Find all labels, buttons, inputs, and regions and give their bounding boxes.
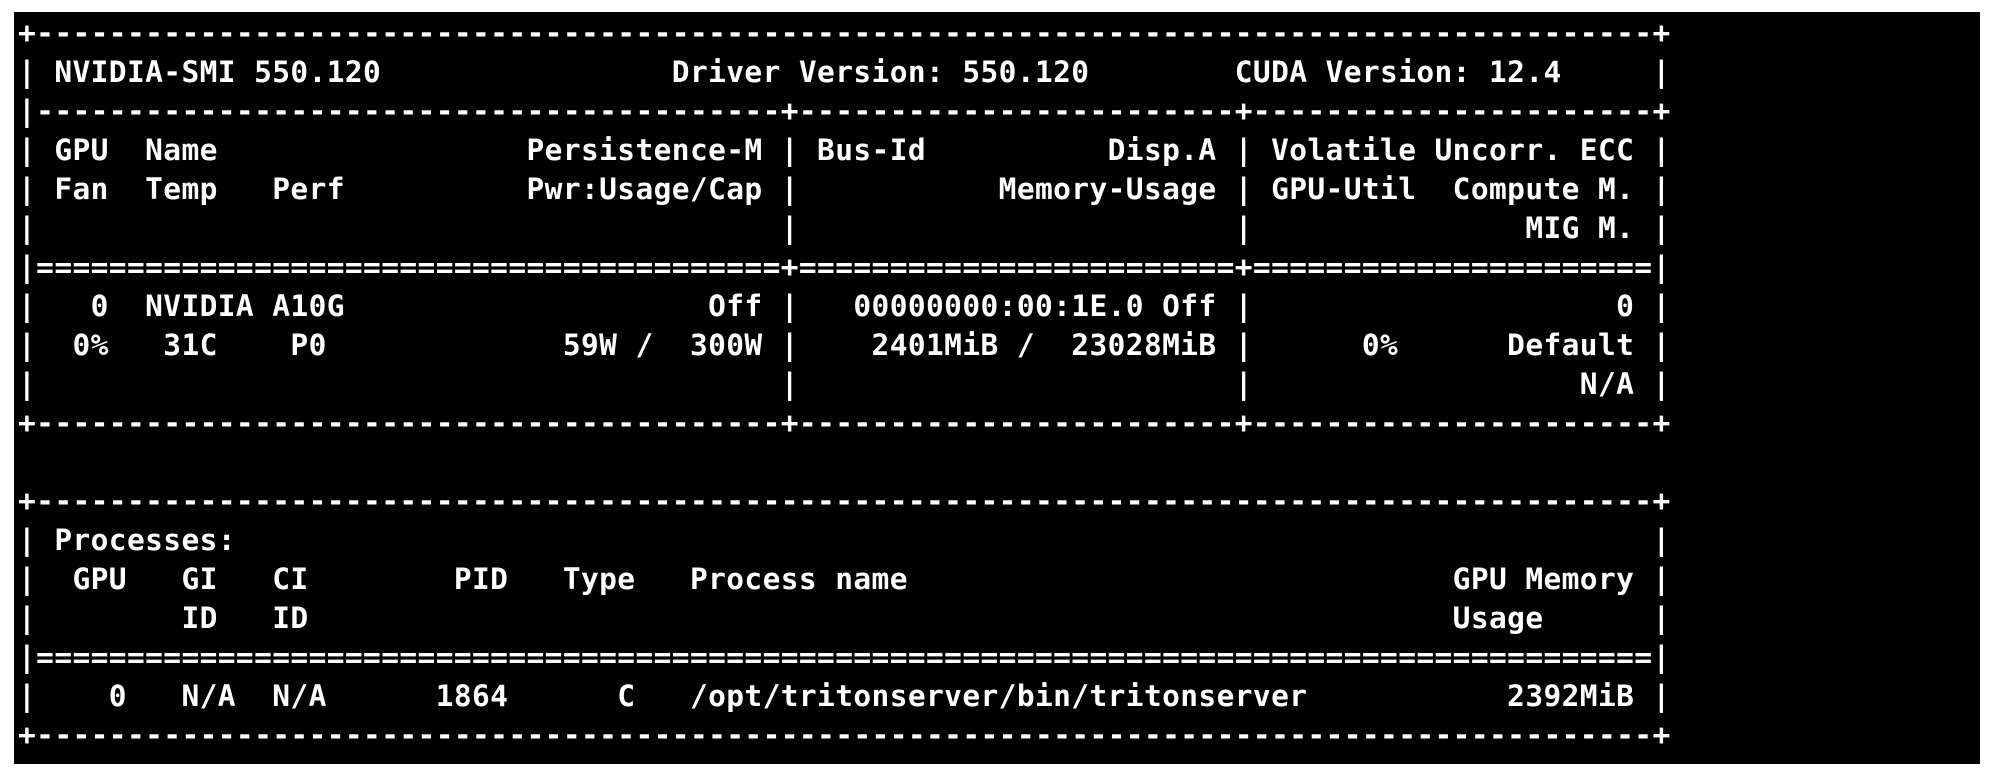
gpu-row-1: | 0 NVIDIA A10G Off | 00000000:00:1E.0 O… [18,289,1671,323]
gpu-column-header-row-1: | GPU Name Persistence-M | Bus-Id Disp.A… [18,133,1671,167]
table-border-top: +---------------------------------------… [18,16,1671,50]
gpu-column-header-row-3: | | | MIG M. | [18,211,1671,245]
header-versions-row: | NVIDIA-SMI 550.120 Driver Version: 550… [18,55,1671,89]
processes-border-bottom: +---------------------------------------… [18,718,1671,752]
gpu-column-header-row-2: | Fan Temp Perf Pwr:Usage/Cap | Memory-U… [18,172,1671,206]
process-row: | 0 N/A N/A 1864 C /opt/tritonserver/bin… [18,679,1671,713]
nvidia-smi-output: +---------------------------------------… [18,14,1671,755]
processes-header-separator: |=======================================… [18,640,1671,674]
processes-border-top: +---------------------------------------… [18,484,1671,518]
gpu-row-2: | 0% 31C P0 59W / 300W | 2401MiB / 23028… [18,328,1671,362]
processes-header-row-2: | ID ID Usage | [18,601,1671,635]
gpu-row-3: | | | N/A | [18,367,1671,401]
processes-title-row: | Processes: | [18,523,1671,557]
gpu-header-separator: |=======================================… [18,250,1671,284]
terminal-window[interactable]: +---------------------------------------… [14,12,1980,764]
processes-header-row-1: | GPU GI CI PID Type Process name GPU Me… [18,562,1671,596]
gpu-table-border-bottom: +---------------------------------------… [18,406,1671,440]
table-divider: |---------------------------------------… [18,94,1671,128]
